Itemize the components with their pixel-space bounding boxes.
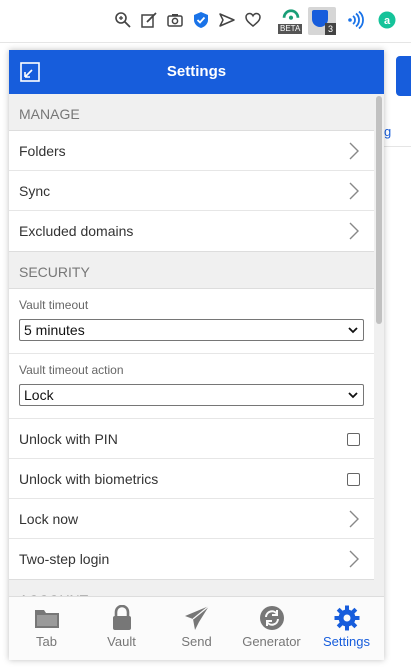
tab-label: Send [181, 634, 212, 649]
svg-text:a: a [384, 15, 391, 27]
browser-toolbar: BETA 3 a [0, 0, 411, 40]
page-divider [0, 42, 411, 43]
folder-icon [35, 610, 59, 628]
background-divider [380, 146, 411, 147]
unlock-with-biometrics-label: Unlock with biometrics [19, 470, 159, 487]
unlock-with-biometrics-checkbox[interactable] [347, 473, 360, 486]
section-heading-account: ACCOUNT [9, 580, 374, 596]
grammar-extension-icon[interactable]: a [377, 10, 397, 30]
popup-header: Settings [9, 50, 384, 94]
scrollbar-thumb[interactable] [376, 96, 382, 324]
unlock-with-pin-label: Unlock with PIN [19, 430, 118, 447]
chevron-right-icon [349, 142, 359, 160]
gear-icon [334, 605, 360, 631]
vault-timeout-action-value: Lock [24, 387, 54, 403]
heart-icon[interactable] [243, 10, 263, 30]
signal-icon[interactable] [345, 10, 365, 30]
two-step-login-row[interactable]: Two-step login [9, 539, 374, 579]
two-step-login-label: Two-step login [19, 551, 110, 567]
edit-page-icon[interactable] [139, 10, 159, 30]
paper-plane-icon [185, 605, 210, 630]
bitwarden-extension-icon[interactable]: 3 [308, 7, 336, 35]
chevron-down-icon [348, 327, 358, 334]
unlock-with-pin-checkbox[interactable] [347, 433, 360, 446]
refresh-icon [260, 606, 284, 630]
bottom-tab-bar: Tab Vault Send Generator Settings [9, 596, 384, 660]
tab-label: Generator [242, 634, 301, 649]
beta-label: BETA [278, 24, 303, 34]
sync-label: Sync [19, 182, 51, 199]
tab-label: Settings [323, 634, 370, 649]
lock-now-row[interactable]: Lock now [9, 499, 374, 539]
vault-timeout-action-label: Vault timeout action [19, 363, 124, 377]
section-heading-security: SECURITY [9, 252, 374, 288]
vault-timeout-action-select[interactable]: Lock [19, 384, 364, 406]
tab-label: Tab [36, 634, 57, 649]
manage-group: Folders Sync Excluded domains [9, 130, 374, 252]
tab-settings[interactable]: Settings [309, 597, 384, 660]
folders-row[interactable]: Folders [9, 131, 374, 171]
screenshot-icon[interactable] [165, 10, 185, 30]
tab-vault[interactable]: Vault [84, 597, 159, 660]
lock-now-label: Lock now [19, 510, 79, 527]
bitwarden-popup: Settings MANAGE Folders Sync Excluded do… [9, 50, 384, 660]
tab-current-tab[interactable]: Tab [9, 597, 84, 660]
page-title: Settings [166, 63, 227, 80]
chevron-right-icon [349, 510, 359, 528]
excluded-domains-row[interactable]: Excluded domains [9, 211, 374, 251]
tab-label: Vault [107, 634, 136, 649]
vault-timeout-action-row: Vault timeout action Lock [9, 354, 374, 419]
send-tab-icon[interactable] [217, 10, 237, 30]
shield-check-icon[interactable] [191, 10, 211, 30]
vault-timeout-label: Vault timeout [19, 298, 89, 312]
sync-row[interactable]: Sync [9, 171, 374, 211]
chevron-right-icon [349, 182, 359, 200]
background-button [396, 56, 411, 96]
vault-timeout-value: 5 minutes [24, 322, 85, 338]
vault-timeout-row: Vault timeout 5 minutes [9, 289, 374, 354]
section-heading-manage: MANAGE [9, 94, 374, 130]
beta-extension-icon[interactable]: BETA [278, 8, 304, 34]
security-group: Vault timeout 5 minutes Vault timeout ac… [9, 288, 374, 580]
excluded-domains-label: Excluded domains [19, 223, 134, 239]
unlock-with-biometrics-row[interactable]: Unlock with biometrics [9, 459, 374, 499]
settings-list[interactable]: MANAGE Folders Sync Excluded domains SEC… [9, 94, 374, 596]
background-link-fragment: g [384, 124, 392, 139]
vault-timeout-select[interactable]: 5 minutes [19, 319, 364, 341]
unlock-with-pin-row[interactable]: Unlock with PIN [9, 419, 374, 459]
chevron-down-icon [348, 392, 358, 399]
chevron-right-icon [349, 550, 359, 568]
extension-badge: 3 [324, 23, 336, 35]
tab-send[interactable]: Send [159, 597, 234, 660]
zoom-icon[interactable] [113, 10, 133, 30]
scrollbar[interactable] [374, 94, 384, 596]
lock-icon [113, 605, 131, 630]
chevron-right-icon [349, 222, 359, 240]
folders-label: Folders [19, 142, 66, 159]
tab-generator[interactable]: Generator [234, 597, 309, 660]
